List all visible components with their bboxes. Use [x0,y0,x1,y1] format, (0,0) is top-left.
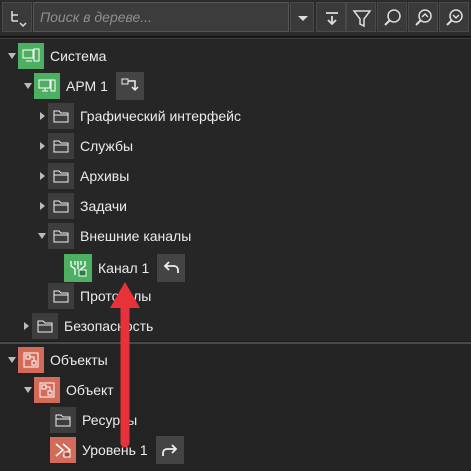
zoom-out-button[interactable] [439,2,469,32]
tree-node-tasks[interactable]: Задачи [36,192,127,220]
expanded-arrow-icon[interactable] [22,72,34,100]
folder-icon [48,223,74,249]
link-down-icon [121,78,139,92]
folder-icon [48,193,74,219]
tree-node-archives[interactable]: Архивы [36,162,129,190]
tree-node-label: Уровень 1 [82,442,148,458]
tree-node-label: Службы [80,138,134,154]
level-icon [50,437,76,463]
objects-tree-panel: Объекты Объект Ресурсы Уровень 1 [0,342,471,471]
expanded-arrow-icon[interactable] [22,376,34,404]
go-back-button[interactable] [157,254,186,282]
folder-icon [50,407,76,433]
filter-button[interactable] [346,2,376,32]
tree-node-level[interactable]: Уровень 1 [50,436,184,464]
tree-node-label: Объект [66,382,114,398]
system-tree-panel: Система АРМ 1 Графический интерфейс Служ… [0,38,471,341]
collapsed-arrow-icon[interactable] [20,312,32,340]
tree-node-label: Задачи [80,198,128,214]
tree-node-channel[interactable]: Канал 1 [64,254,186,282]
tree-node-external-channels[interactable]: Внешние каналы [36,222,191,250]
zoom-in-button[interactable] [408,2,438,32]
tree-node-label: АРМ 1 [66,78,108,94]
tree-node-protocols[interactable]: Протоколы [48,282,151,310]
tree-node-security[interactable]: Безопасность [20,312,153,340]
tree-node-gui[interactable]: Графический интерфейс [36,102,241,130]
collapsed-arrow-icon[interactable] [36,162,48,190]
zoom-in-icon [415,9,432,26]
folder-icon [48,163,74,189]
search-icon [384,9,401,26]
folder-icon [48,283,74,309]
tree-node-arm[interactable]: АРМ 1 [22,72,144,100]
tree-toolbar: Поиск в дереве... [0,0,471,37]
go-to-button[interactable] [155,436,184,464]
folder-icon [32,313,58,339]
collapsed-arrow-icon[interactable] [36,192,48,220]
object-icon [34,377,60,403]
workstation-icon [34,73,60,99]
tree-node-label: Внешние каналы [80,228,192,244]
expanded-arrow-icon[interactable] [6,42,18,70]
objects-icon [18,347,44,373]
tree-node-label: Объекты [50,352,108,368]
tree-node-label: Графический интерфейс [80,108,241,124]
search-input[interactable]: Поиск в дереве... [33,2,289,32]
tree-node-resources[interactable]: Ресурсы [50,406,137,434]
link-arm-button[interactable] [115,72,144,100]
collapse-all-icon [326,12,338,26]
tree-node-label: Система [50,48,107,64]
tree-expand-button[interactable] [2,2,32,32]
tree-node-object[interactable]: Объект [22,376,114,404]
tree-expand-icon [11,11,27,28]
tree-node-label: Ресурсы [82,412,138,428]
collapse-all-button[interactable] [316,2,346,32]
tree-node-label: Протоколы [80,288,152,304]
filter-icon [352,10,372,28]
search-dropdown-button[interactable] [290,2,314,32]
channel-icon [64,254,92,282]
search-button[interactable] [377,2,407,32]
tree-node-label: Канал 1 [98,260,150,276]
tree-node-system[interactable]: Система [6,42,106,70]
collapsed-arrow-icon[interactable] [36,102,48,130]
collapsed-arrow-icon[interactable] [36,132,48,160]
forward-arrow-icon [161,444,177,456]
return-arrow-icon [164,261,180,273]
tree-node-services[interactable]: Службы [36,132,133,160]
folder-icon [48,103,74,129]
folder-icon [48,133,74,159]
system-icon [18,43,44,69]
tree-node-label: Архивы [80,168,130,184]
zoom-out-icon [446,9,463,26]
tree-node-objects[interactable]: Объекты [6,346,108,374]
expanded-arrow-icon[interactable] [6,346,18,374]
chevron-down-icon [298,16,308,21]
expanded-arrow-icon[interactable] [36,222,48,250]
tree-node-label: Безопасность [64,318,154,334]
